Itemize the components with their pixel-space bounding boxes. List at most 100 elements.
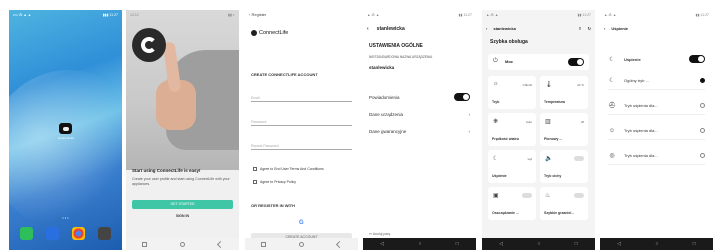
sleep-option-row[interactable]: ☾ Ogólny tryb ... — [608, 72, 705, 90]
get-started-button[interactable]: GET STARTED — [132, 200, 233, 209]
sleep-toggle-row[interactable]: ☾ Uśpienie — [608, 50, 705, 68]
connectlife-app-icon[interactable] — [59, 123, 72, 134]
card-icon: ☾ — [493, 156, 499, 162]
power-label: Moc — [505, 59, 513, 64]
sleep-option-row[interactable]: ☺ Tryb uśpienia dla... — [608, 122, 705, 140]
back-icon[interactable]: ◁ — [499, 241, 503, 247]
sleep-option-row[interactable]: ◎ Tryb uśpienia dla... — [608, 147, 705, 165]
app-label: ConnectLife — [57, 136, 74, 140]
nav-bar: ◁ ○ □ — [600, 238, 713, 250]
card-icon: 🔈 — [545, 156, 553, 162]
control-card[interactable]: 🌡 21°C Temperatura — [540, 76, 588, 109]
card-toggle[interactable] — [522, 193, 532, 198]
sleep-option-label: Ogólny tryb ... — [624, 78, 649, 83]
google-icon[interactable]: G — [299, 220, 304, 226]
warranty-row[interactable]: Dane gwarancyjne › — [369, 124, 470, 138]
power-icon: ⏻ — [493, 58, 498, 64]
terms-checkbox-row[interactable]: Agree to End User Terms And Conditions — [253, 167, 324, 171]
status-right: ▮▮▮ 11:27 — [102, 12, 118, 17]
power-card[interactable]: ⏻ Moc — [488, 54, 589, 70]
top-bar: ‹ Uśpienie — [604, 22, 709, 34]
unpair-row[interactable]: ⚯ Anuluj parę — [369, 232, 390, 236]
status-bar: 12:12 ▮▮ ◐ — [126, 10, 239, 19]
chevron-right-icon: › — [468, 111, 471, 117]
messages-app-icon[interactable] — [45, 226, 59, 240]
nav-bar — [126, 238, 239, 250]
sleep-option-label: Tryb uśpienia dla... — [624, 103, 658, 108]
card-label: Tryb cichy — [544, 174, 562, 178]
control-card[interactable]: ▣ Oszczędzanie ... — [488, 187, 536, 220]
chevron-right-icon: › — [468, 128, 471, 134]
card-toggle[interactable] — [574, 156, 584, 161]
home-icon[interactable]: ○ — [655, 241, 658, 247]
top-bar: ‹ stanlewicka — [367, 22, 472, 36]
radio-button[interactable] — [700, 103, 705, 108]
sleep-toggle[interactable] — [689, 55, 705, 63]
warranty-label: Dane gwarancyjne — [369, 128, 407, 134]
recent-apps-icon[interactable]: □ — [575, 241, 578, 247]
home-icon[interactable]: ○ — [418, 241, 421, 247]
status-left: •••• ⁂ ▲ ▲ — [13, 12, 32, 17]
sleep-option-label: Tryb uśpienia dla... — [624, 128, 658, 133]
welcome-copy: Start using ConnectLife is easy! Create … — [132, 168, 233, 187]
card-label: Uśpienie — [492, 174, 507, 178]
back-icon[interactable] — [216, 240, 224, 248]
control-card[interactable]: ☾ wył Uśpienie — [488, 150, 536, 183]
recent-apps-icon[interactable] — [261, 241, 267, 247]
chrome-app-icon[interactable] — [72, 226, 86, 240]
email-field[interactable]: Email — [251, 94, 352, 102]
control-card[interactable]: ❋ Auto Prędkość wiatru — [488, 113, 536, 146]
repeat-password-field[interactable]: Repeat Password — [251, 142, 352, 150]
wallpaper-wave — [9, 70, 122, 230]
back-icon[interactable]: ◁ — [617, 241, 621, 247]
share-icon[interactable]: ⇪ — [578, 26, 581, 31]
card-icon: 🌡 — [545, 82, 553, 88]
or-register-label: OR REGISTER IN WITH — [251, 203, 295, 208]
sign-in-link[interactable]: SIGN IN — [126, 214, 239, 218]
privacy-checkbox-row[interactable]: Agree to Privacy Policy — [253, 180, 296, 184]
camera-app-icon[interactable] — [98, 226, 112, 240]
password-field[interactable]: Password — [251, 118, 352, 126]
terms-label: Agree to End User Terms And Conditions — [260, 167, 324, 171]
card-label: Prędkość wiatru — [492, 137, 520, 141]
notifications-toggle[interactable] — [454, 93, 470, 101]
radio-button[interactable] — [700, 128, 705, 133]
back-icon[interactable]: ‹ — [367, 26, 369, 32]
create-account-heading: CREATE CONNECTLIFE ACCOUNT — [251, 72, 318, 77]
power-toggle[interactable] — [568, 58, 584, 66]
back-icon[interactable]: ‹ — [486, 26, 487, 31]
phone-app-icon[interactable] — [19, 226, 33, 240]
back-icon[interactable]: ‹ — [604, 26, 605, 31]
notifications-row[interactable]: Powiadomienia — [369, 90, 470, 104]
device-data-row[interactable]: Dane urządzenia › — [369, 107, 470, 121]
custom-name-value[interactable]: stanlewicka — [369, 65, 394, 70]
refresh-icon[interactable]: ↻ — [588, 26, 591, 31]
card-toggle[interactable] — [574, 193, 584, 198]
register-header: ‹ Register — [249, 12, 266, 17]
control-card[interactable]: 🔈 Tryb cichy — [540, 150, 588, 183]
sleep-option-label: Tryb uśpienia dla... — [624, 153, 658, 158]
card-value: 21°C — [577, 83, 584, 87]
back-icon[interactable] — [335, 240, 343, 248]
card-value: wył — [527, 157, 532, 161]
recent-apps-icon[interactable] — [142, 241, 148, 247]
home-icon[interactable] — [298, 241, 304, 247]
recent-apps-icon[interactable]: □ — [456, 241, 459, 247]
nav-bar — [245, 238, 358, 250]
back-icon[interactable]: ◁ — [380, 241, 384, 247]
recent-apps-icon[interactable]: □ — [693, 241, 696, 247]
sleep-option-row[interactable]: ⛑ Tryb uśpienia dla... — [608, 97, 705, 115]
control-card[interactable]: ▥ off Pionowy ... — [540, 113, 588, 146]
moon-icon: ☾ — [609, 56, 615, 63]
privacy-checkbox[interactable] — [253, 180, 257, 184]
control-card[interactable]: ♨ Szybkie grzanie/... — [540, 187, 588, 220]
control-card[interactable]: ☼ Chłodz Tryb — [488, 76, 536, 109]
home-icon[interactable] — [179, 241, 185, 247]
home-icon[interactable]: ○ — [537, 241, 540, 247]
card-icon: ❋ — [493, 119, 499, 125]
custom-name-label: NIESTANDARDOWA NAZWA URZĄDZENIA — [369, 55, 433, 59]
radio-button[interactable] — [700, 78, 705, 83]
register-title: Register — [251, 12, 267, 17]
terms-checkbox[interactable] — [253, 167, 257, 171]
radio-button[interactable] — [700, 153, 705, 158]
